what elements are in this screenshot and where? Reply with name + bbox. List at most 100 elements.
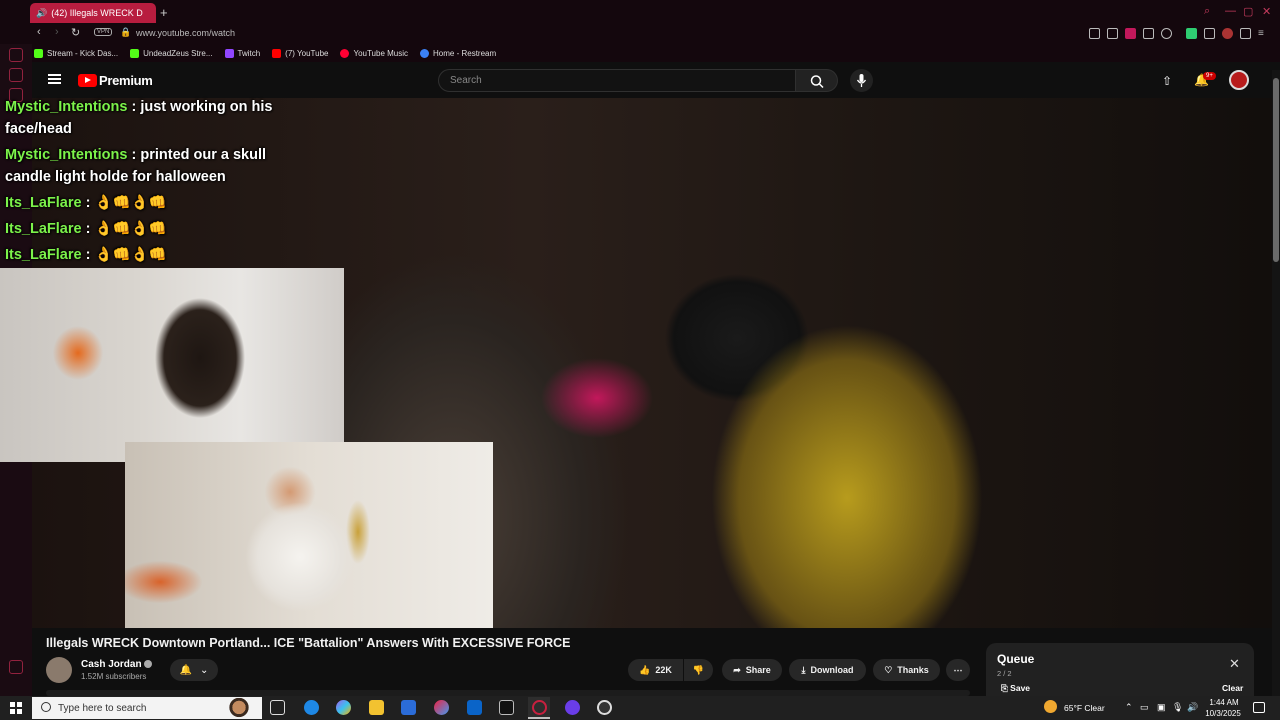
photos-icon[interactable] [434, 700, 449, 715]
player-icon[interactable] [1143, 28, 1154, 39]
windows-start-icon[interactable] [10, 702, 22, 714]
chevron-up-icon[interactable]: ⌃ [1125, 702, 1133, 713]
extension-icon[interactable] [1089, 28, 1100, 39]
clock-time[interactable]: 1:44 AM [1206, 698, 1242, 707]
download-icon: ⤓ [801, 664, 806, 675]
search-highlight-image[interactable] [224, 698, 254, 719]
obs-icon[interactable] [597, 700, 612, 715]
puzzle-icon[interactable] [1204, 28, 1215, 39]
back-button[interactable]: ‹ [37, 26, 41, 38]
search-icon [810, 75, 824, 89]
streamer-webcam [0, 268, 344, 462]
like-button[interactable]: 👍 22K [628, 659, 683, 681]
queue-title: Queue [997, 652, 1035, 666]
chevron-down-icon: ⌄ [200, 664, 209, 676]
share-icon: ➦ [733, 664, 741, 675]
chat-text: : 👌👊👌👊 [81, 247, 167, 263]
microphone-icon[interactable]: 🎙 [1172, 702, 1183, 713]
chat-message: Mystic_Intentions : printed our a skull … [5, 144, 285, 188]
bookmark-item[interactable]: Stream - Kick Das... [34, 48, 118, 58]
speaker-icon[interactable]: 🔊 [36, 8, 47, 19]
store-icon[interactable] [401, 700, 416, 715]
hamburger-menu-icon[interactable] [48, 74, 61, 84]
chat-text: : 👌👊👌👊 [81, 221, 167, 237]
maximize-button[interactable]: ▢ [1243, 5, 1253, 18]
bookmark-item[interactable]: (7) YouTube [272, 48, 328, 58]
bookmark-item[interactable]: UndeadZeus Stre... [130, 48, 213, 58]
heart-icon[interactable] [1161, 28, 1172, 39]
subscriber-count: 1.52M subscribers [81, 672, 147, 681]
edge-icon[interactable] [304, 700, 319, 715]
bell-icon: 🔔 [179, 664, 193, 676]
snapshot-icon[interactable] [1107, 28, 1118, 39]
restream-icon [420, 48, 430, 58]
chat-text: : 👌👊👌👊 [81, 195, 167, 211]
pocket-icon[interactable] [1125, 28, 1136, 39]
download-icon[interactable] [1240, 28, 1251, 39]
forward-button[interactable]: › [55, 26, 59, 38]
vpn-badge[interactable]: VPN [94, 28, 113, 36]
reload-button[interactable]: ↻ [71, 26, 80, 39]
moon-weather-icon[interactable] [1044, 700, 1057, 713]
task-view-icon[interactable] [270, 700, 285, 715]
youtube-icon [272, 48, 282, 58]
kick-icon [130, 48, 140, 58]
discord-icon[interactable] [565, 700, 580, 715]
bookmark-item[interactable]: Home - Restream [420, 48, 496, 58]
notification-center-icon[interactable] [1253, 702, 1265, 713]
extension-green-icon[interactable] [1186, 28, 1197, 39]
upload-icon[interactable]: ⇧ [1162, 74, 1172, 88]
download-button[interactable]: ⤓ Download [789, 659, 866, 681]
youtube-logo-icon[interactable] [78, 74, 97, 87]
new-tab-button[interactable]: + [160, 5, 168, 20]
scrollbar-thumb[interactable] [1273, 78, 1279, 262]
youtube-music-icon [340, 48, 350, 58]
close-icon[interactable]: ✕ [1229, 656, 1240, 672]
url-field[interactable]: www.youtube.com/watch [136, 28, 235, 38]
share-button[interactable]: ➦ Share [722, 659, 782, 681]
sidebar-history-icon[interactable] [9, 68, 23, 82]
thanks-icon: ♡ [884, 664, 893, 675]
menu-icon[interactable]: ≡ [1258, 28, 1269, 39]
account-avatar[interactable] [1229, 70, 1249, 90]
more-actions-button[interactable]: ⋯ [946, 659, 970, 681]
volume-icon[interactable]: 🔊 [1187, 702, 1198, 713]
sidebar-messenger-icon[interactable] [9, 48, 23, 62]
queue-save-button[interactable]: ⎘ Save [1001, 683, 1030, 694]
capcut-icon[interactable] [499, 700, 514, 715]
clock-date[interactable]: 10/3/2025 [1203, 709, 1243, 718]
thumbs-up-icon: 👍 [639, 664, 651, 675]
thanks-button[interactable]: ♡ Thanks [873, 659, 940, 681]
subscription-bell-button[interactable]: 🔔 ⌄ [170, 659, 218, 681]
lock-icon[interactable]: 🔒 [120, 27, 131, 38]
network-icon[interactable]: ▭ [1140, 702, 1149, 713]
outlook-icon[interactable] [467, 700, 482, 715]
voice-search-button[interactable] [850, 69, 873, 92]
chat-username: Mystic_Intentions [5, 99, 128, 115]
minimize-button[interactable]: — [1225, 5, 1236, 17]
copilot-icon[interactable] [336, 700, 351, 715]
tab-bar [0, 0, 1280, 24]
bookmark-item[interactable]: YouTube Music [340, 48, 408, 58]
dislike-button[interactable]: 👎 [684, 659, 713, 681]
display-icon[interactable]: ▣ [1157, 702, 1166, 713]
chat-username: Its_LaFlare [5, 247, 82, 263]
mic-icon [856, 74, 867, 87]
profile-icon[interactable] [1222, 28, 1233, 39]
youtube-premium-logo[interactable]: Premium [99, 73, 153, 88]
bookmark-item[interactable]: Twitch [224, 48, 260, 58]
opera-gx-icon[interactable] [532, 700, 547, 715]
search-input[interactable]: Search [438, 69, 796, 92]
search-tabs-icon[interactable]: ⌕ [1204, 5, 1210, 18]
bookmark-icon: ⎘ [1001, 683, 1011, 693]
search-button[interactable] [795, 69, 838, 92]
channel-name[interactable]: Cash Jordan [81, 659, 142, 670]
browser-tab-active[interactable]: 🔊 (42) Illegals WRECK D [30, 3, 156, 23]
sidebar-settings-icon[interactable] [9, 660, 23, 674]
close-window-button[interactable]: ✕ [1262, 5, 1271, 18]
queue-clear-button[interactable]: Clear [1222, 683, 1243, 693]
channel-avatar[interactable] [46, 657, 72, 683]
weather-status[interactable]: 65°F Clear [1064, 703, 1105, 713]
tab-title: (42) Illegals WRECK D [51, 8, 143, 18]
file-explorer-icon[interactable] [369, 700, 384, 715]
